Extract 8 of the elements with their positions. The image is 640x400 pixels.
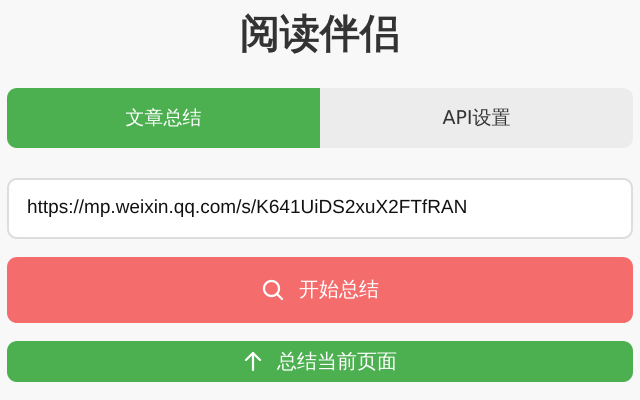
up-arrow-icon (243, 350, 263, 372)
search-icon (261, 278, 285, 302)
tab[interactable]: 文章总结 (7, 88, 320, 148)
start-summary-button[interactable]: 开始总结 (7, 256, 633, 323)
tab[interactable]: API设置 (320, 88, 633, 148)
app-title: 阅读伴侣 (240, 10, 400, 59)
summarize-page-button[interactable]: 总结当前页面 (7, 340, 633, 382)
url-input-field[interactable]: https://mp.weixin.qq.com/s/K641UiDS2xuX2FTfRAN (7, 178, 633, 239)
